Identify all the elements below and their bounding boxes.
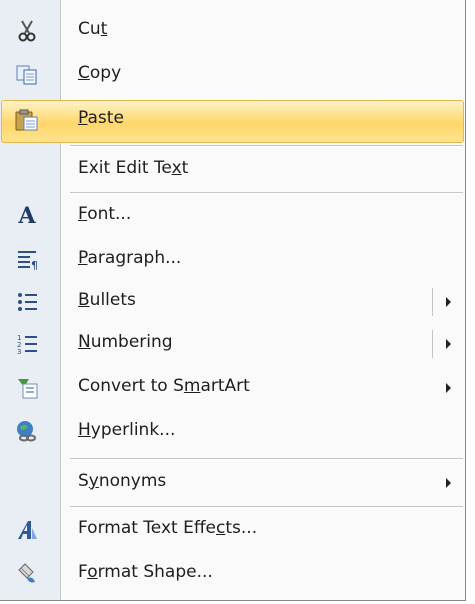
menu-item-copy[interactable]: Copy [0, 53, 465, 97]
menu-item-font[interactable]: A Font... [0, 194, 465, 238]
paragraph-icon: ¶ [14, 247, 40, 273]
menu-item-format-shape[interactable]: Format Shape... [0, 552, 465, 596]
menu-item-label: Numbering [78, 332, 173, 352]
text-effects-icon [14, 517, 40, 543]
menu-item-label: Copy [78, 63, 122, 83]
separator [70, 192, 463, 193]
menu-item-label: Format Shape... [78, 562, 213, 582]
menu-item-label: Paragraph... [78, 248, 182, 268]
menu-item-exit-edit-text[interactable]: Exit Edit Text [0, 148, 465, 192]
scissors-icon [14, 18, 40, 44]
numbering-icon: 1 2 3 [14, 331, 40, 357]
hyperlink-icon [14, 419, 40, 445]
separator [70, 506, 463, 507]
menu-item-synonyms[interactable]: Synonyms [0, 461, 465, 505]
split-divider [432, 288, 433, 316]
submenu-arrow-icon[interactable] [446, 297, 451, 307]
menu-item-label: Synonyms [78, 471, 167, 491]
menu-item-label: Font... [78, 204, 132, 224]
menu-item-label: Format Text Effects... [78, 518, 258, 538]
menu-item-label: Cut [78, 19, 108, 39]
submenu-arrow-icon [446, 478, 451, 488]
paste-icon [14, 107, 40, 133]
split-divider [432, 330, 433, 358]
menu-item-label: Convert to SmartArt [78, 376, 250, 396]
menu-item-paragraph[interactable]: ¶ Paragraph... [0, 238, 465, 282]
menu-item-numbering[interactable]: 1 2 3 Numbering [0, 322, 465, 366]
svg-text:3: 3 [17, 348, 21, 355]
font-icon: A [18, 203, 36, 229]
svg-text:¶: ¶ [31, 259, 38, 271]
submenu-arrow-icon[interactable] [446, 339, 451, 349]
menu-item-label: Paste [78, 108, 124, 128]
menu-item-bullets[interactable]: Bullets [0, 280, 465, 324]
smartart-icon [14, 375, 40, 401]
separator [70, 145, 463, 146]
menu-item-paste[interactable]: Paste [0, 98, 465, 142]
format-shape-icon [14, 561, 40, 587]
menu-item-label: Hyperlink... [78, 420, 176, 440]
bullets-icon [14, 289, 40, 315]
menu-item-convert-smartart[interactable]: Convert to SmartArt [0, 366, 465, 410]
submenu-arrow-icon [446, 383, 451, 393]
menu-item-label: Bullets [78, 290, 136, 310]
copy-icon [14, 62, 40, 88]
menu-item-format-text-effects[interactable]: Format Text Effects... [0, 508, 465, 552]
menu-item-cut[interactable]: Cut [0, 9, 465, 53]
context-menu: Cut Copy Paste Exit Edit Text A Font... … [0, 0, 466, 601]
menu-item-label: Exit Edit Text [78, 158, 189, 178]
menu-item-hyperlink[interactable]: Hyperlink... [0, 410, 465, 454]
separator [70, 458, 463, 459]
